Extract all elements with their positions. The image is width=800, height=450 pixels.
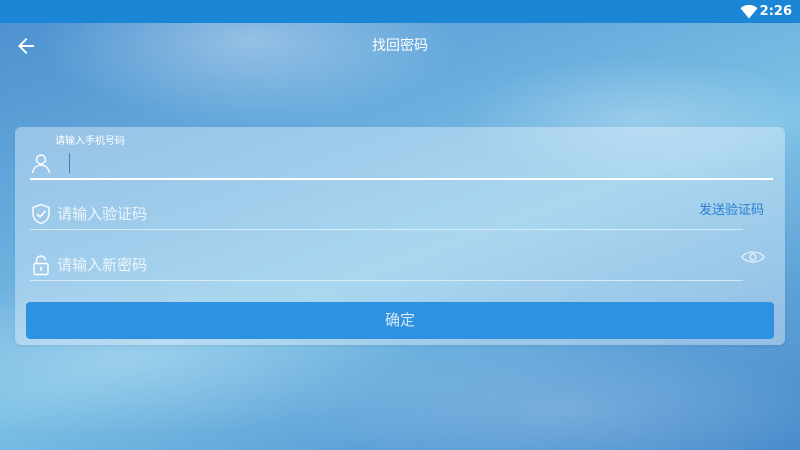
- send-code-button[interactable]: 发送验证码: [699, 199, 764, 218]
- code-underline: [30, 229, 743, 230]
- confirm-button[interactable]: 确定: [26, 302, 774, 339]
- lock-icon: [33, 255, 49, 276]
- phone-field: [30, 149, 773, 180]
- toggle-password-visibility[interactable]: [741, 247, 765, 267]
- status-time: 2:26: [759, 4, 792, 19]
- app-bar: 找回密码: [0, 23, 800, 69]
- new-password-input[interactable]: [57, 251, 657, 279]
- wifi-icon: [740, 4, 758, 19]
- phone-underline: [30, 178, 773, 180]
- code-field: [30, 200, 743, 230]
- phone-floating-label: 请输入手机号码: [55, 136, 125, 147]
- user-icon: [31, 154, 51, 174]
- screen: 2:26 找回密码 请输入手机号码 请输入验证码 发送验证码 确定: [0, 0, 800, 450]
- reset-password-card: 请输入手机号码 发送验证码: [15, 127, 785, 345]
- password-field: [30, 251, 743, 281]
- code-input[interactable]: [57, 200, 657, 228]
- text-caret: [69, 153, 70, 173]
- phone-input[interactable]: [57, 149, 657, 177]
- password-underline: [30, 280, 743, 281]
- page-title: 找回密码: [372, 38, 428, 54]
- shield-check-icon: [32, 203, 50, 225]
- status-bar: 2:26: [0, 0, 800, 23]
- eye-icon: [741, 251, 765, 263]
